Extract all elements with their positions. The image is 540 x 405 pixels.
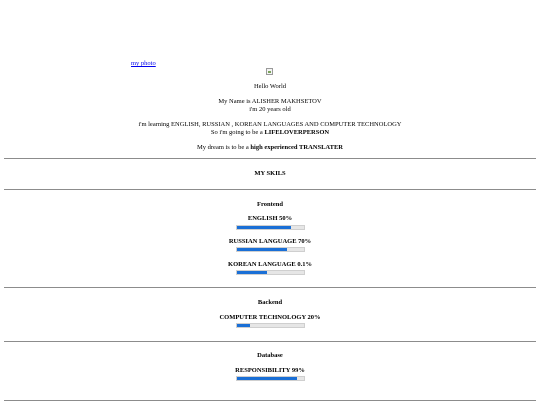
skill-label-english: ENGLISH 50% <box>247 215 293 222</box>
learning-line: i'm learning ENGLISH, RUSSIAN , KOREAN L… <box>138 121 402 128</box>
divider <box>4 287 536 288</box>
hello-text: Hello World <box>253 83 287 90</box>
dream-line: My dream is to be a high experienced TRA… <box>0 144 540 152</box>
progress-fill <box>237 226 291 229</box>
section-title-database: Database <box>257 352 283 359</box>
progress-fill <box>237 377 298 380</box>
progress-fill <box>237 271 268 274</box>
skill-label-korean: KOREAN LANGUAGE 0.1% <box>228 261 312 268</box>
my-photo-link[interactable]: my photo <box>131 60 156 68</box>
name-line: My Name is ALISHER MAKHSETOV <box>218 98 322 105</box>
progress-bar-korean <box>236 270 305 275</box>
progress-bar-computer-technology <box>236 323 305 328</box>
broken-image-icon <box>266 68 273 75</box>
skill-label-responsibility: RESPONSIBILITY 99% <box>235 367 305 374</box>
dream-bold: high experienced TRANSLATER <box>250 144 343 151</box>
progress-bar-responsibility <box>236 376 305 381</box>
divider <box>4 400 536 401</box>
divider <box>4 189 536 190</box>
section-title-frontend: Frontend <box>257 201 283 208</box>
progress-bar-english <box>236 225 305 230</box>
skill-label-computer-technology: COMPUTER TECHNOLOGY 20% <box>219 314 321 321</box>
dream-prefix: My dream is to be a <box>196 144 251 151</box>
divider <box>4 158 536 159</box>
goal-bold: LIFELOVERPERSON <box>264 129 330 136</box>
skills-title: MY SKILS <box>254 170 286 177</box>
progress-fill <box>237 248 288 251</box>
age-line: i'm 20 years old <box>249 106 291 113</box>
goal-line: So i'm going to be a LIFELOVERPERSON <box>0 129 540 137</box>
section-title-backend: Backend <box>257 299 283 306</box>
progress-fill <box>237 324 251 327</box>
progress-bar-russian <box>236 247 305 252</box>
divider <box>4 341 536 342</box>
goal-prefix: So i'm going to be a <box>210 129 265 136</box>
skill-label-russian: RUSSIAN LANGUAGE 70% <box>228 238 312 245</box>
